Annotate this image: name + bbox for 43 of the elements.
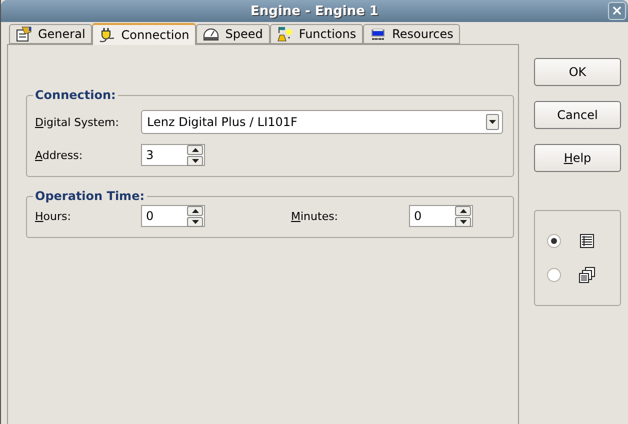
caret-down-icon	[192, 220, 198, 224]
caret-up-icon	[192, 148, 198, 152]
form-icon	[16, 26, 32, 42]
field-label: Hours:	[35, 210, 72, 222]
gauge-icon	[203, 26, 220, 42]
caret-up-icon	[192, 208, 198, 212]
container-icon	[370, 26, 386, 42]
plug-icon	[99, 27, 116, 43]
tab[interactable]: General	[9, 24, 92, 44]
list-icon	[579, 233, 595, 249]
spin-field[interactable]: 3	[141, 144, 205, 166]
radio-button[interactable]	[547, 234, 561, 248]
tab[interactable]: Connection	[92, 23, 196, 45]
field-label: Address:	[35, 148, 84, 162]
spin-up-button[interactable]	[455, 206, 471, 216]
spin-up-button[interactable]	[187, 144, 203, 154]
spin-down-button[interactable]	[187, 216, 203, 226]
close-button[interactable]: ×	[608, 2, 626, 20]
dialog-button[interactable]: Cancel	[534, 101, 621, 129]
spin-field[interactable]: 0	[409, 205, 473, 227]
radio-button[interactable]	[547, 268, 561, 282]
spin-up-button[interactable]	[187, 206, 203, 216]
digital-system-dropdown[interactable]: Lenz Digital Plus / LI101F	[141, 110, 503, 134]
dropdown-button[interactable]	[486, 114, 499, 130]
group-title: Connection:	[34, 88, 117, 102]
caret-down-icon	[460, 220, 466, 224]
tab[interactable]: Resources	[363, 24, 460, 44]
field-label: Minutes:	[291, 210, 340, 222]
caret-down-icon	[489, 120, 496, 124]
dialog-button[interactable]: OK	[534, 58, 621, 86]
stacked-windows-icon	[579, 267, 595, 283]
caret-up-icon	[460, 208, 466, 212]
tab[interactable]: Functions	[270, 24, 364, 44]
caret-down-icon	[192, 158, 198, 162]
tab[interactable]: Speed	[196, 24, 270, 44]
spin-field[interactable]: 0	[141, 205, 205, 227]
field-label: Digital System:	[35, 116, 120, 128]
lamp-icon	[276, 26, 293, 42]
dialog-button[interactable]: Help	[534, 144, 621, 172]
group-title: Operation Time:	[34, 189, 146, 203]
spin-down-button[interactable]	[455, 216, 471, 226]
spin-down-button[interactable]	[187, 156, 203, 166]
window-title: Engine - Engine 1	[250, 4, 378, 18]
